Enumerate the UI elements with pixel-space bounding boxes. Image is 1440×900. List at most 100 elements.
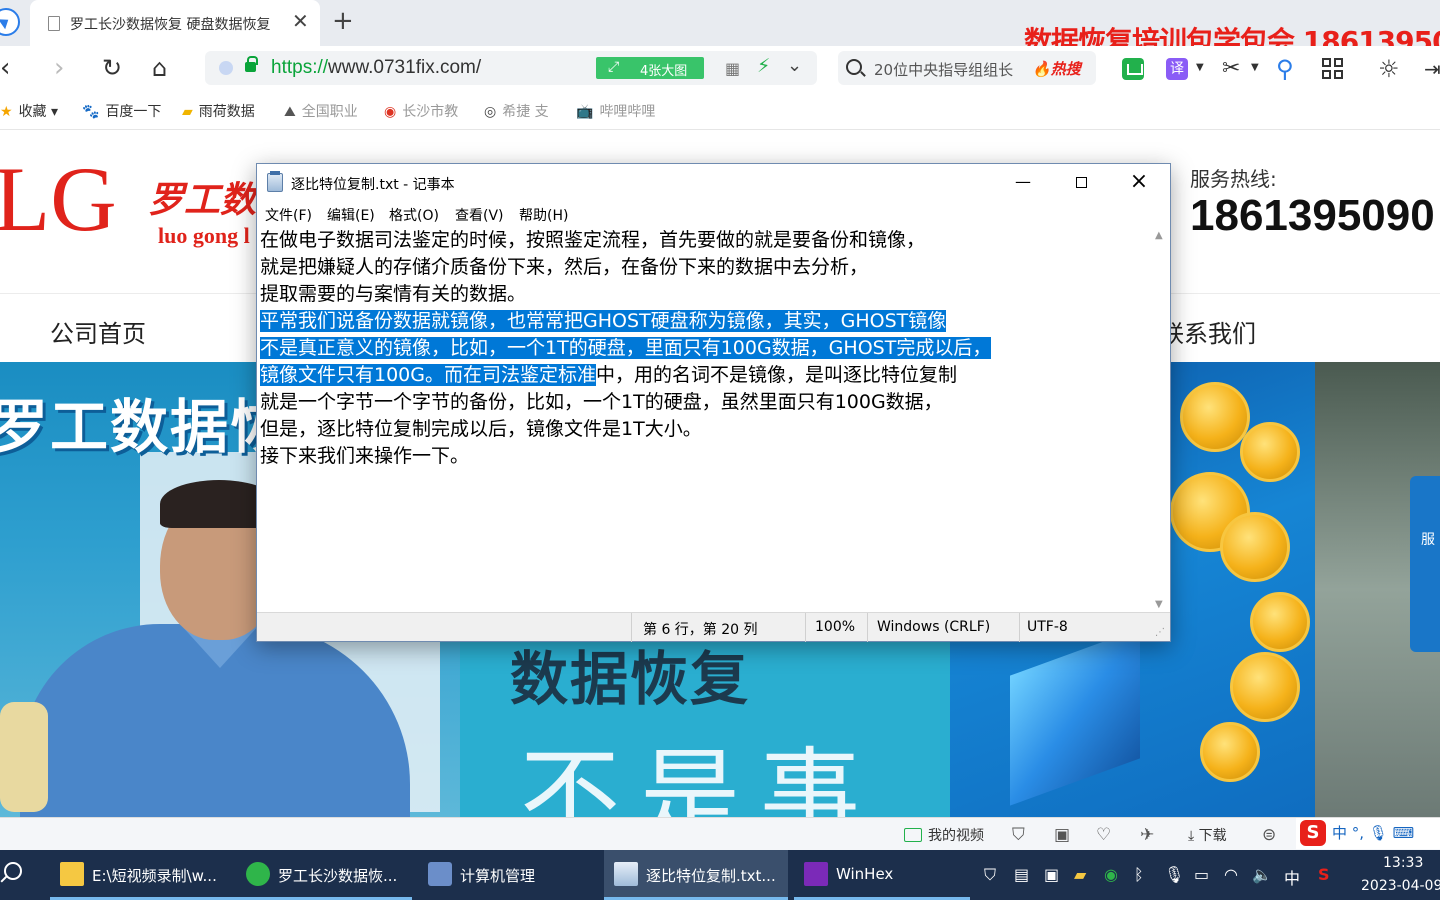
bookmark-bilibili[interactable]: 📺 哔哩哔哩: [576, 101, 655, 121]
tab-close-icon[interactable]: ✕: [292, 11, 309, 31]
menu-view[interactable]: 查看(V): [455, 205, 504, 225]
winhex-icon: [804, 862, 828, 886]
manager-icon[interactable]: ⊜: [1262, 825, 1276, 845]
microphone-icon[interactable]: 🎙: [1164, 865, 1184, 884]
text-line: 在做电子数据司法鉴定的时候，按照鉴定流程，首先要做的就是要备份和镜像，: [260, 229, 926, 251]
bookmark-seagate[interactable]: ◎ 希捷 支: [484, 101, 549, 121]
search-input[interactable]: 20位中央指导组组长 🔥热搜: [838, 51, 1096, 85]
ime-language[interactable]: 中: [1284, 865, 1300, 889]
coin-icon: [1250, 592, 1310, 652]
chevron-down-icon[interactable]: ⌄: [787, 55, 802, 76]
resize-grip-icon[interactable]: ⋰: [1155, 627, 1165, 638]
browser-logo-icon[interactable]: [0, 8, 20, 36]
clock-time[interactable]: 13:33: [1383, 855, 1423, 871]
minimize-button[interactable]: —: [1000, 168, 1046, 196]
page-icon: [48, 16, 60, 31]
shield-icon: [219, 61, 233, 75]
url-input[interactable]: https://www.0731fix.com/ ⤢ 4张大图 ▦ ⚡ ⌄: [205, 51, 817, 85]
bookmarks-bar: ★ 收藏 ▾ 🐾 百度一下 ▰ 雨荷数据 ⛰ 全国职业 ◉ 长沙市教 ◎ 希捷 支 📺 哔哩哔…: [0, 92, 1440, 130]
browser-tab-active[interactable]: 罗工长沙数据恢复 硬盘数据恢复 ✕: [30, 0, 320, 46]
scissors-icon[interactable]: ✂: [1222, 58, 1244, 80]
bookmark-yuhe[interactable]: ▰ 雨荷数据: [182, 101, 255, 121]
translate-icon[interactable]: 译: [1166, 58, 1188, 80]
cursor-position: 第 6 行，第 20 列: [643, 622, 758, 638]
taskbar-item-explorer[interactable]: E:\短视频录制\w...: [50, 850, 236, 900]
rocket-icon[interactable]: ✈: [1140, 825, 1154, 845]
brightness-icon[interactable]: ☼: [1378, 57, 1400, 81]
apps-grid-icon[interactable]: [1322, 58, 1344, 80]
search-suggestion-text: 20位中央指导组组长: [874, 61, 1014, 79]
taskbar-item-winhex[interactable]: WinHex: [794, 850, 970, 900]
banner-heading: 数据恢复: [510, 645, 751, 713]
taskbar-item-browser[interactable]: 罗工长沙数据恢...: [236, 850, 412, 900]
close-button[interactable]: ×: [1116, 168, 1162, 196]
notepad-icon: [267, 171, 283, 192]
forward-icon[interactable]: ›: [54, 54, 64, 82]
big-picture-button[interactable]: ⤢ 4张大图: [596, 57, 704, 79]
logo-chinese: 罗工数: [148, 179, 257, 221]
video-icon: [904, 828, 922, 842]
folder-tray-icon[interactable]: ▰: [1074, 865, 1086, 884]
expand-icon: ⤢: [608, 59, 620, 75]
screenshot-dropdown-icon[interactable]: ▼: [1251, 62, 1259, 73]
wifi-icon[interactable]: ◠: [1224, 865, 1238, 884]
menu-format[interactable]: 格式(O): [389, 205, 439, 225]
clock-date[interactable]: 2023-04-09: [1361, 878, 1440, 894]
hot-search-badge[interactable]: 🔥热搜: [1032, 58, 1081, 79]
bookmark-changsha[interactable]: ◉ 长沙市教: [384, 101, 458, 121]
my-video-button[interactable]: 我的视频: [904, 825, 984, 845]
taskbar-item-computer-management[interactable]: 计算机管理: [418, 850, 598, 900]
sogou-tray-icon[interactable]: S: [1318, 865, 1330, 884]
battery-icon[interactable]: ▭: [1194, 865, 1209, 884]
bookmark-quanguo[interactable]: ⛰ 全国职业: [284, 101, 358, 121]
camera-icon[interactable]: ▤: [1014, 865, 1029, 884]
hotline-label: 服务热线:: [1190, 167, 1277, 191]
banner-slogan: 不是事: [520, 737, 880, 817]
health-icon[interactable]: ♡: [1096, 825, 1111, 845]
maximize-button[interactable]: [1058, 168, 1104, 196]
nav-home[interactable]: 公司首页: [50, 314, 146, 349]
notepad-titlebar[interactable]: 逐比特位复制.txt - 记事本 — ×: [257, 164, 1170, 200]
download-button[interactable]: ⤓ 下载: [1188, 825, 1227, 845]
logo-letters[interactable]: LG: [0, 153, 117, 245]
text-line: 就是一个字节一个字节的备份，比如，一个1T的硬盘，虽然里面只有100G数据，: [260, 391, 943, 413]
menu-file[interactable]: 文件(F): [265, 205, 312, 225]
nav-contact[interactable]: 联系我们: [1160, 314, 1256, 349]
magnifier-icon[interactable]: ⚲: [1276, 57, 1298, 81]
qr-code-icon[interactable]: ▦: [725, 59, 740, 78]
taskbar-search-icon[interactable]: [4, 862, 22, 880]
windows-taskbar: E:\短视频录制\w... 罗工长沙数据恢... 计算机管理 逐比特位复制.tx…: [0, 850, 1440, 900]
scroll-up-icon[interactable]: ▲: [1155, 230, 1163, 241]
home-icon[interactable]: ⌂: [152, 54, 167, 82]
translate-dropdown-icon[interactable]: ▼: [1196, 62, 1204, 73]
shield-icon[interactable]: ⛉: [1012, 825, 1025, 845]
vertical-scrollbar[interactable]: ▲ ▼: [1152, 228, 1170, 612]
menu-edit[interactable]: 编辑(E): [327, 205, 375, 225]
back-icon[interactable]: ‹: [0, 54, 10, 82]
security-icon[interactable]: ⛉: [984, 865, 996, 885]
browser-tray-icon[interactable]: ◉: [1104, 865, 1118, 884]
exit-icon[interactable]: ⇥: [1424, 58, 1440, 80]
taskbar-item-notepad[interactable]: 逐比特位复制.txt...: [604, 850, 788, 900]
bookmark-baidu[interactable]: 🐾 百度一下: [82, 101, 161, 121]
app-icon[interactable]: ▣: [1044, 865, 1059, 884]
notepad-window[interactable]: 逐比特位复制.txt - 记事本 — × 文件(F) 编辑(E) 格式(O) 查…: [256, 163, 1171, 642]
reload-icon[interactable]: ↻: [102, 54, 122, 82]
image-icon[interactable]: ▣: [1054, 825, 1070, 845]
new-tab-button[interactable]: +: [332, 8, 354, 34]
ime-toolbar[interactable]: S 中 °, 🎙 ⌨: [1296, 818, 1440, 849]
bluetooth-icon[interactable]: ᛒ: [1134, 865, 1144, 884]
ime-status[interactable]: 中 °, 🎙 ⌨: [1332, 822, 1414, 843]
url-text: https://www.0731fix.com/: [271, 57, 482, 78]
computer-management-icon: [428, 862, 452, 886]
scroll-down-icon[interactable]: ▼: [1155, 599, 1163, 610]
floating-service-panel[interactable]: [1410, 476, 1440, 652]
lightning-icon[interactable]: ⚡: [757, 55, 770, 77]
sogou-ime-icon[interactable]: S: [1300, 820, 1326, 846]
volume-icon[interactable]: 🔈: [1252, 865, 1272, 884]
reader-icon[interactable]: [1122, 58, 1144, 80]
bookmark-favorites[interactable]: ★ 收藏 ▾: [0, 101, 58, 121]
notepad-icon: [614, 862, 638, 886]
text-editor[interactable]: 在做电子数据司法鉴定的时候，按照鉴定流程，首先要做的就是要备份和镜像， 就是把嫌…: [258, 228, 1152, 612]
menu-help[interactable]: 帮助(H): [519, 205, 568, 225]
